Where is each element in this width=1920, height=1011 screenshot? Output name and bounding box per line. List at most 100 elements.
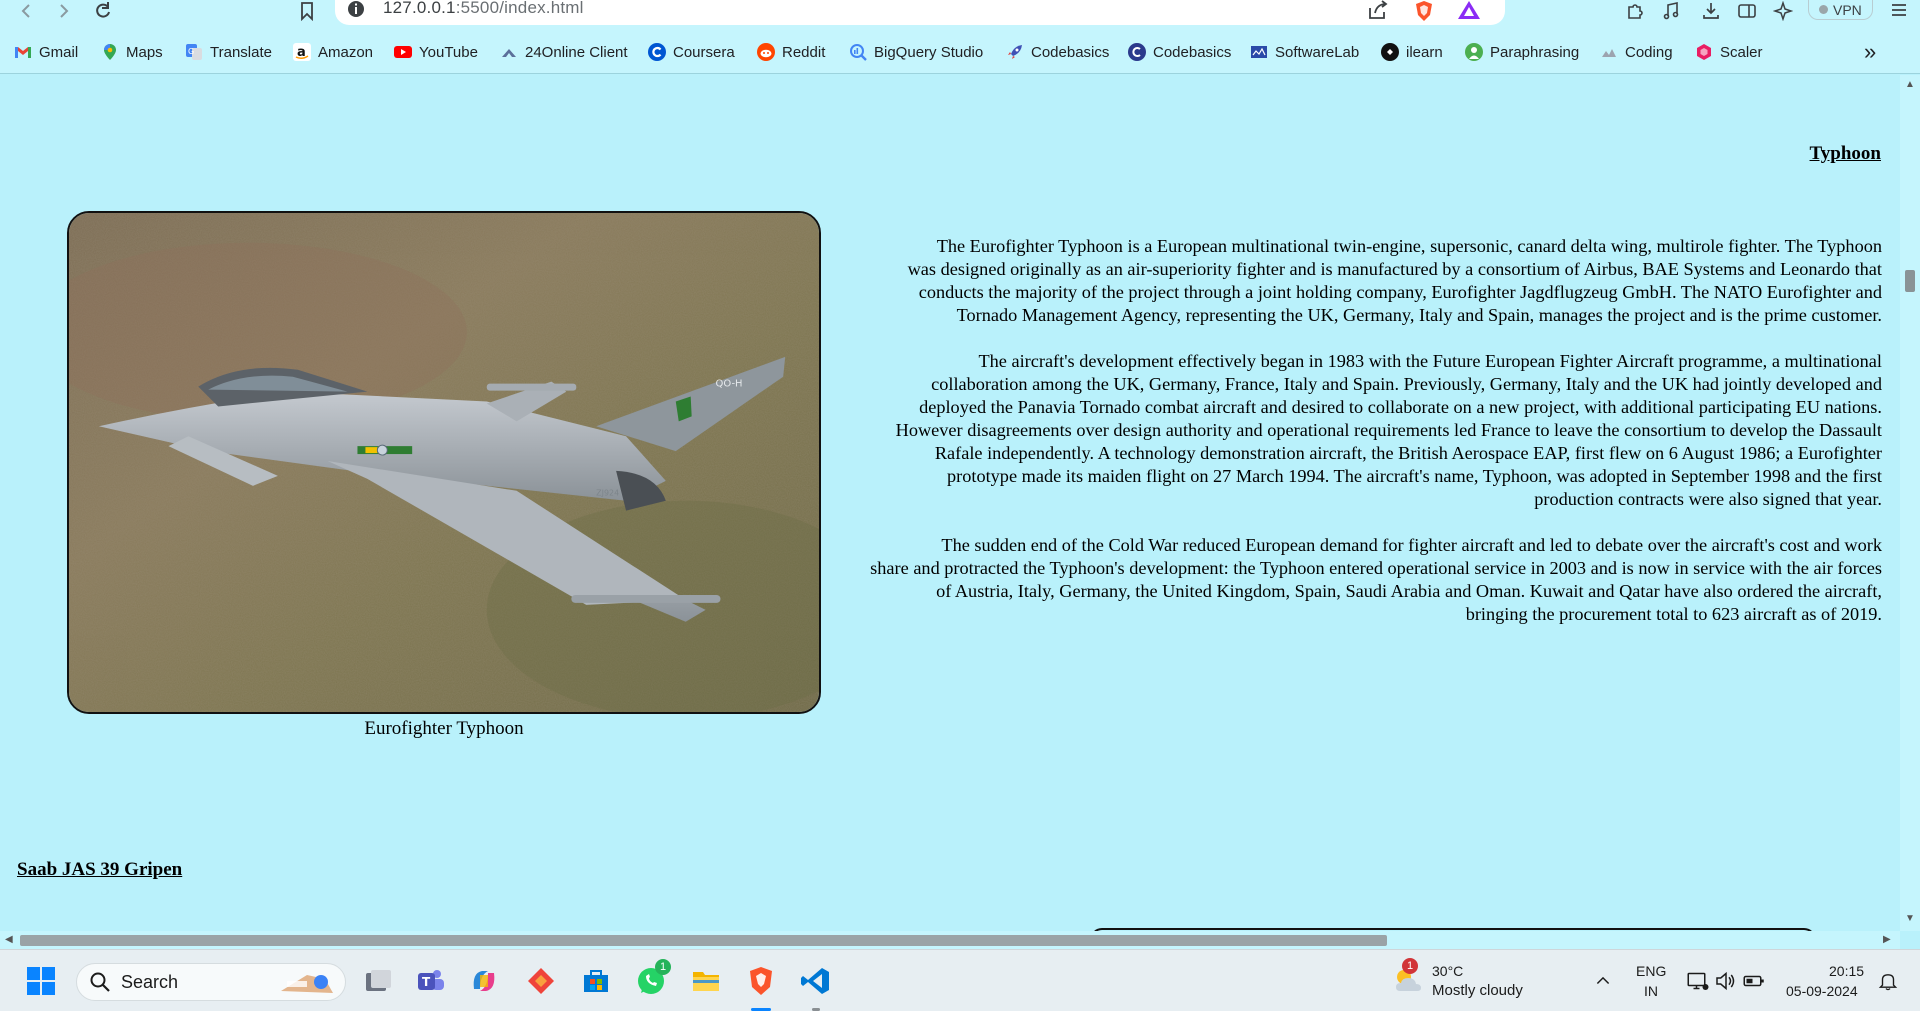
menu-button[interactable] [1884,0,1914,22]
bookmark-amazon[interactable]: a Amazon [293,30,373,74]
network-status[interactable] [1685,950,1711,1011]
bookmark-label: YouTube [419,43,478,61]
aircraft-serial-marking: ZJ924 [596,489,619,498]
search-icon [90,972,110,992]
site-info-icon[interactable] [347,0,365,18]
brave-shields-icon[interactable] [1413,0,1435,22]
bookmark-label: BigQuery Studio [874,43,984,61]
search-highlight-icon [281,975,333,993]
maps-icon [101,43,119,61]
anydesk-button[interactable] [520,950,562,1011]
chevron-up-icon [1596,976,1610,985]
svg-text:G: G [188,47,194,56]
bookmark-scaler[interactable]: Scaler [1695,30,1763,74]
bookmark-ilearn[interactable]: ilearn [1381,30,1443,74]
task-view-button[interactable] [357,950,399,1011]
bookmark-icon [301,2,313,21]
address-bar[interactable]: 127.0.0.1:5500/index.html [335,0,1505,25]
bookmark-bigquery[interactable]: BigQuery Studio [849,30,983,74]
scroll-right-icon[interactable]: ▶ [1883,934,1891,945]
clock-date[interactable]: 05-09-2024 [1786,982,1858,1000]
puzzle-icon [1628,4,1643,19]
vscode-button[interactable] [795,950,837,1011]
music-note-icon [1663,2,1679,20]
copilot-icon [473,971,495,991]
teams-icon: T [418,970,444,990]
network-icon [1687,972,1709,990]
vpn-label: VPN [1833,1,1862,18]
scroll-down-icon[interactable]: ▼ [1905,913,1915,924]
whatsapp-button[interactable]: 1 [630,950,672,1011]
bookmark-24online[interactable]: 24Online Client [500,30,628,74]
show-hidden-icons-button[interactable] [1588,950,1618,1011]
page-viewport[interactable]: Typhoon QO-H ZJ924 Eurofighter Typhoon T… [0,75,1900,931]
browser-toolbar: 127.0.0.1:5500/index.html VPN [0,0,1920,30]
clock-time[interactable]: 20:15 [1829,962,1864,980]
bookmark-coding[interactable]: Coding [1600,30,1673,74]
media-button[interactable] [1656,0,1686,22]
bell-icon [1878,974,1898,991]
bookmark-reddit[interactable]: Reddit [757,30,825,74]
copilot-button[interactable] [463,950,505,1011]
file-explorer-button[interactable] [685,950,727,1011]
anydesk-icon [528,968,554,994]
24online-icon [500,43,518,61]
brave-rewards-icon[interactable] [1457,0,1481,20]
hamburger-menu-icon [1892,4,1906,16]
bookmarks-overflow-button[interactable]: » [1864,30,1876,74]
vpn-status-dot-icon [1819,5,1828,14]
vertical-scroll-thumb[interactable] [1905,270,1915,292]
teams-button[interactable]: T [410,950,452,1011]
bookmark-page-button[interactable] [292,0,322,22]
bigquery-icon [849,43,867,61]
bookmark-label: Codebasics [1031,43,1110,61]
back-button[interactable] [12,0,42,22]
sidebar-button[interactable] [1732,0,1762,22]
bookmark-codebasics[interactable]: Codebasics [1128,30,1231,74]
bookmark-translate[interactable]: G Translate [185,30,272,74]
microsoft-store-button[interactable] [575,950,617,1011]
start-button[interactable] [20,950,62,1011]
region-text[interactable]: IN [1644,982,1658,1000]
bookmark-maps[interactable]: Maps [101,30,163,74]
scroll-up-icon[interactable]: ▲ [1905,79,1915,90]
bookmark-gmail[interactable]: Gmail [14,30,78,74]
bookmark-label: ilearn [1406,43,1443,61]
reload-button[interactable] [88,0,118,22]
vpn-button[interactable]: VPN [1808,0,1873,20]
share-icon[interactable] [1367,0,1389,20]
notifications-button[interactable] [1873,950,1903,1011]
url-text[interactable]: 127.0.0.1:5500/index.html [383,0,584,16]
bookmark-label: Reddit [782,43,826,61]
horizontal-scroll-thumb[interactable] [20,935,1387,946]
paraphrasing-icon [1465,43,1483,61]
weather-widget-icon-wrap[interactable]: 1 [1388,950,1428,1011]
bookmark-softwarelab[interactable]: SoftwareLab [1250,30,1359,74]
bookmark-paraphrasing[interactable]: Paraphrasing [1465,30,1579,74]
paragraph-3: The sudden end of the Cold War reduced E… [870,535,1882,624]
bookmarks-bar: Gmail Maps G Translate a Amazon YouTube … [0,30,1920,74]
bookmark-label: Amazon [318,43,374,61]
folder-icon [693,972,719,991]
speaker-icon [1716,971,1735,991]
horizontal-scrollbar[interactable]: ◀ ▶ [0,931,1900,949]
leo-ai-button[interactable] [1768,0,1798,22]
volume-status[interactable] [1713,950,1739,1011]
battery-status[interactable] [1741,950,1767,1011]
language-text[interactable]: ENG [1636,962,1666,980]
brave-browser-icon [750,967,772,995]
temperature-text[interactable]: 30°C [1432,962,1463,980]
bookmark-codebasics-rocket[interactable]: Codebasics [1006,30,1109,74]
bookmark-coursera[interactable]: Coursera [648,30,735,74]
forward-button[interactable] [48,0,78,22]
reddit-icon [757,43,775,61]
vertical-scrollbar[interactable]: ▲ ▼ [1900,75,1920,931]
taskbar-search[interactable]: Search [76,963,346,1001]
weather-condition-text[interactable]: Mostly cloudy [1432,982,1523,1000]
bookmark-youtube[interactable]: YouTube [394,30,478,74]
scroll-left-icon[interactable]: ◀ [5,934,13,945]
brave-browser-button[interactable] [740,950,782,1011]
extensions-button[interactable] [1620,0,1650,22]
downloads-button[interactable] [1696,0,1726,22]
search-label: Search [121,971,179,992]
